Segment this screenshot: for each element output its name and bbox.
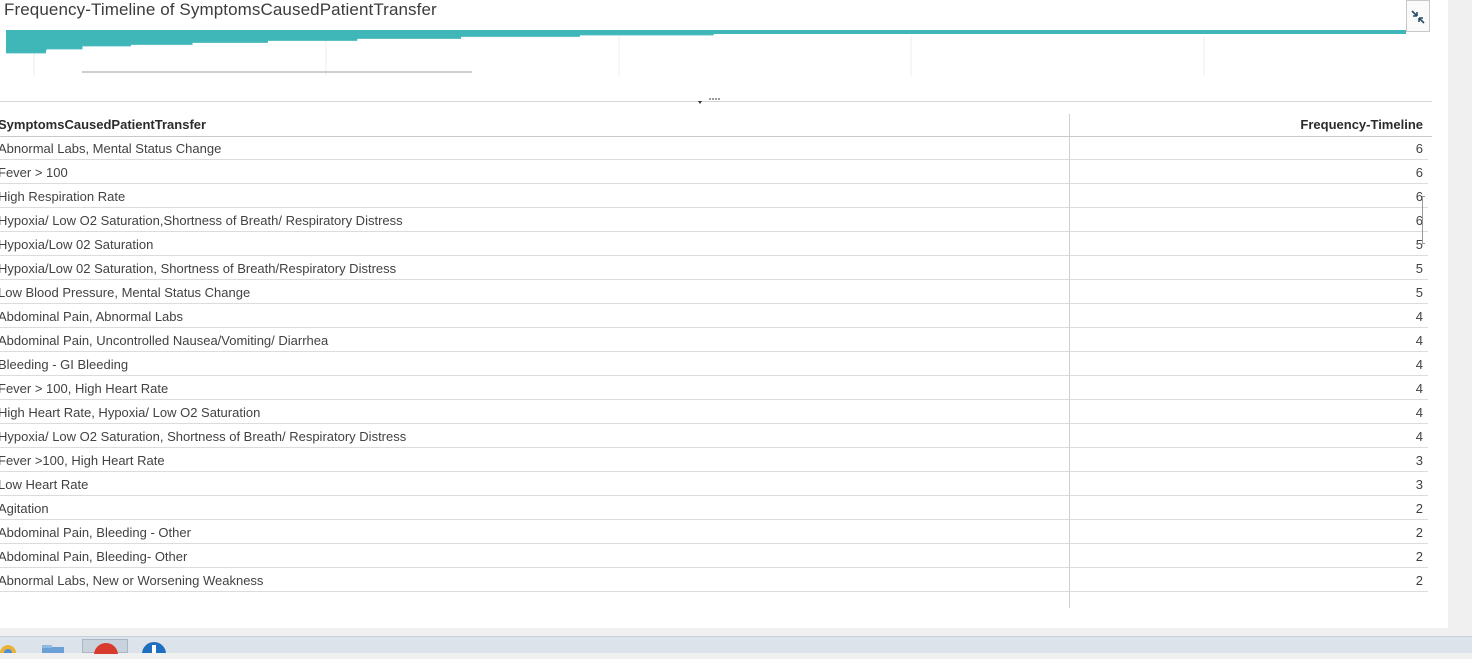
table-scrollbar[interactable] xyxy=(1422,196,1425,244)
frequency-cell: 4 xyxy=(1415,381,1423,396)
table-row[interactable]: Abdominal Pain, Uncontrolled Nausea/Vomi… xyxy=(0,328,1428,352)
symptom-cell: Fever > 100 xyxy=(0,165,68,180)
table-header: SymptomsCausedPatientTransfer Frequency-… xyxy=(0,114,1432,137)
overview-top-band xyxy=(6,30,1406,34)
symptom-cell: Bleeding - GI Bleeding xyxy=(0,357,129,372)
overview-bar xyxy=(6,51,46,54)
column-divider[interactable] xyxy=(1069,114,1070,608)
frequency-cell: 2 xyxy=(1415,573,1423,588)
table-row[interactable]: Abnormal Labs, New or Worsening Weakness… xyxy=(0,568,1428,592)
active-app-icon[interactable] xyxy=(82,639,128,659)
restore-minimize-icon xyxy=(1411,10,1425,24)
frequency-cell: 4 xyxy=(1415,357,1423,372)
table-row[interactable]: Low Heart Rate 3 xyxy=(0,472,1428,496)
chrome-icon[interactable] xyxy=(0,639,26,659)
table-row[interactable]: Fever > 100 6 xyxy=(0,160,1428,184)
panel-title: Frequency-Timeline of SymptomsCausedPati… xyxy=(4,0,437,19)
table-row[interactable]: Low Blood Pressure, Mental Status Change… xyxy=(0,280,1428,304)
frequency-cell: 2 xyxy=(1415,549,1423,564)
table-row[interactable]: Fever > 100, High Heart Rate 4 xyxy=(0,376,1428,400)
frequency-cell: 4 xyxy=(1415,429,1423,444)
table-row[interactable]: Bleeding - GI Bleeding 4 xyxy=(0,352,1428,376)
frequency-cell: 2 xyxy=(1415,501,1423,516)
symptom-cell: High Respiration Rate xyxy=(0,189,126,204)
symptom-cell: Abnormal Labs, New or Worsening Weakness xyxy=(0,573,264,588)
file-explorer-icon[interactable] xyxy=(40,639,66,655)
symptom-cell: Hypoxia/Low 02 Saturation xyxy=(0,237,154,252)
symptom-cell: Abdominal Pain, Abnormal Labs xyxy=(0,309,184,324)
overview-chart[interactable] xyxy=(0,28,1432,78)
report-panel: Frequency-Timeline of SymptomsCausedPati… xyxy=(0,0,1448,628)
symptom-cell: Low Blood Pressure, Mental Status Change xyxy=(0,285,251,300)
browser-icon[interactable] xyxy=(140,639,166,659)
symptom-cell: Hypoxia/ Low O2 Saturation, Shortness of… xyxy=(0,429,407,444)
symptom-cell: High Heart Rate, Hypoxia/ Low O2 Saturat… xyxy=(0,405,261,420)
table-row[interactable]: Hypoxia/Low 02 Saturation 5 xyxy=(0,232,1428,256)
symptom-cell: Low Heart Rate xyxy=(0,477,89,492)
symptom-cell: Fever > 100, High Heart Rate xyxy=(0,381,169,396)
symptom-cell: Abnormal Labs, Mental Status Change xyxy=(0,141,222,156)
symptom-cell: Abdominal Pain, Bleeding- Other xyxy=(0,549,188,564)
column-header-symptoms[interactable]: SymptomsCausedPatientTransfer xyxy=(0,117,206,132)
frequency-cell: 5 xyxy=(1415,261,1423,276)
table-row[interactable]: Abdominal Pain, Abnormal Labs 4 xyxy=(0,304,1428,328)
frequency-cell: 2 xyxy=(1415,525,1423,540)
table-row[interactable]: Fever >100, High Heart Rate 3 xyxy=(0,448,1428,472)
symptom-cell: Abdominal Pain, Bleeding - Other xyxy=(0,525,191,540)
taskbar xyxy=(0,636,1472,659)
frequency-cell: 3 xyxy=(1415,477,1423,492)
table-row[interactable]: Hypoxia/ Low O2 Saturation,Shortness of … xyxy=(0,208,1428,232)
overview-svg xyxy=(6,30,1406,76)
table-row[interactable]: Abdominal Pain, Bleeding - Other 2 xyxy=(0,520,1428,544)
table-body: Abnormal Labs, Mental Status Change 6 Feve… xyxy=(0,137,1428,608)
symptom-cell: Abdominal Pain, Uncontrolled Nausea/Vomi… xyxy=(0,333,329,348)
frequency-cell: 6 xyxy=(1415,165,1423,180)
frequency-cell: 4 xyxy=(1415,309,1423,324)
table-row[interactable]: High Respiration Rate 6 xyxy=(0,184,1428,208)
table-row[interactable]: Abnormal Labs, Mental Status Change 6 xyxy=(0,137,1428,160)
table-row[interactable]: High Heart Rate, Hypoxia/ Low O2 Saturat… xyxy=(0,400,1428,424)
symptom-cell: Hypoxia/ Low O2 Saturation,Shortness of … xyxy=(0,213,403,228)
column-header-frequency[interactable]: Frequency-Timeline xyxy=(1300,117,1423,132)
splitter-grip-icon[interactable] xyxy=(696,94,730,106)
frequency-cell: 5 xyxy=(1415,285,1423,300)
table-row[interactable]: Hypoxia/Low 02 Saturation, Shortness of … xyxy=(0,256,1428,280)
symptom-cell: Fever >100, High Heart Rate xyxy=(0,453,165,468)
symptom-cell: Hypoxia/Low 02 Saturation, Shortness of … xyxy=(0,261,397,276)
table-row[interactable]: Hypoxia/ Low O2 Saturation, Shortness of… xyxy=(0,424,1428,448)
table-row[interactable]: Agitation 2 xyxy=(0,496,1428,520)
frequency-cell: 4 xyxy=(1415,405,1423,420)
frequency-cell: 6 xyxy=(1415,141,1423,156)
frequency-cell: 4 xyxy=(1415,333,1423,348)
table-row[interactable]: Abdominal Pain, Bleeding- Other 2 xyxy=(0,544,1428,568)
symptom-cell: Agitation xyxy=(0,501,49,516)
frequency-cell: 3 xyxy=(1415,453,1423,468)
